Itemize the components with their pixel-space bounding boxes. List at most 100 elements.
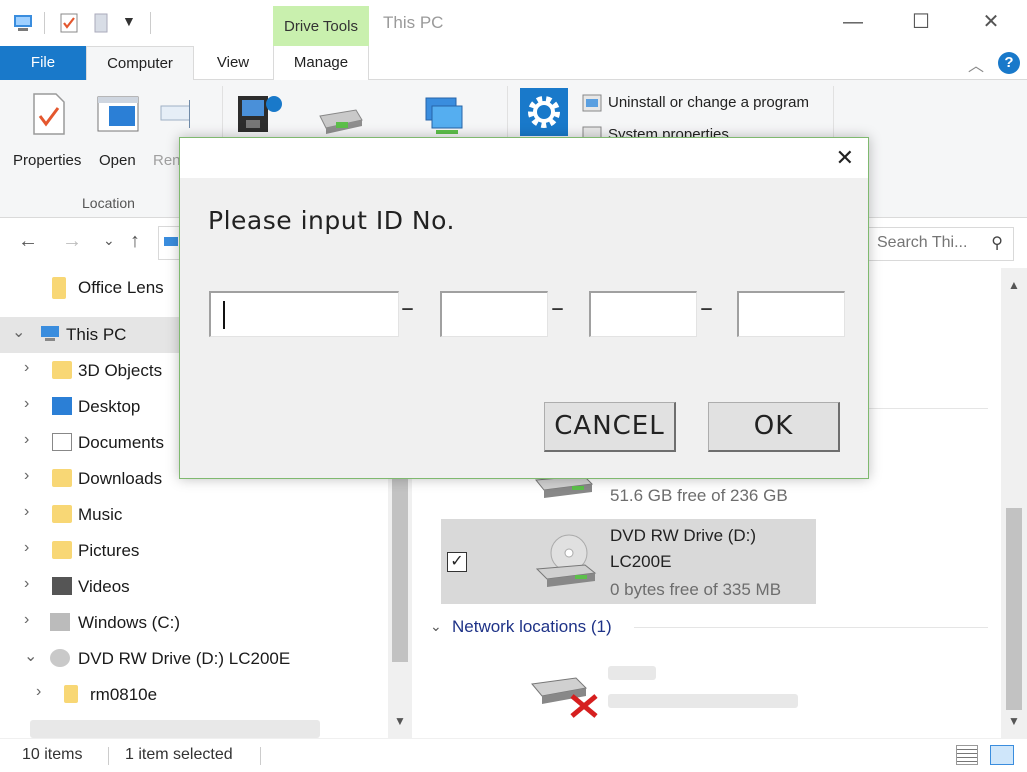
properties-label: Properties — [13, 152, 82, 169]
status-bar: 10 items 1 item selected — [0, 738, 1027, 772]
chevron-right-icon[interactable]: › — [24, 539, 29, 557]
id-input-4[interactable] — [739, 293, 844, 336]
address-path-box[interactable] — [158, 226, 180, 260]
drive-d-free-space: 0 bytes free of 335 MB — [610, 580, 782, 599]
search-icon: ⚲ — [991, 235, 1003, 252]
nav-item-rm0810e[interactable]: › rm0810e — [0, 677, 388, 713]
3d-objects-folder-icon — [52, 361, 72, 379]
nav-label: DVD RW Drive (D:) LC200E — [78, 649, 291, 668]
details-view-icon[interactable] — [956, 745, 978, 765]
tab-file[interactable]: File — [0, 46, 86, 80]
title-bar: ▼ Drive Tools This PC — ☐ ✕ — [0, 0, 1027, 46]
tab-manage[interactable]: Manage — [273, 46, 369, 80]
nav-label: Documents — [78, 433, 164, 452]
nav-label: Desktop — [78, 397, 141, 416]
drive-d-label: LC200E — [610, 552, 672, 571]
help-icon[interactable]: ? — [998, 52, 1020, 74]
map-network-drive-icon[interactable] — [316, 102, 366, 136]
tab-view[interactable]: View — [194, 46, 272, 80]
scroll-up-icon[interactable]: ▲ — [1008, 278, 1020, 292]
up-arrow-icon[interactable]: ↑ — [130, 230, 140, 253]
nav-item-dvd-drive[interactable]: ⌄ DVD RW Drive (D:) LC200E — [0, 641, 388, 677]
id-separator: – — [700, 293, 713, 323]
back-arrow-icon[interactable]: ← — [18, 230, 38, 253]
quick-access-dropdown-icon[interactable]: ▼ — [122, 13, 136, 29]
open-button[interactable]: Open — [92, 88, 148, 178]
chevron-right-icon[interactable]: › — [24, 359, 29, 377]
properties-quick-icon[interactable] — [58, 12, 80, 34]
chevron-down-icon[interactable]: ⌄ — [24, 646, 37, 666]
forward-arrow-icon[interactable]: → — [62, 230, 82, 253]
selection-count: 1 item selected — [125, 746, 233, 763]
recent-locations-icon[interactable]: ⌄ — [103, 232, 115, 249]
network-location-item[interactable] — [528, 660, 808, 724]
id-input-2[interactable] — [442, 293, 547, 336]
tab-computer[interactable]: Computer — [86, 46, 194, 81]
nav-item-pictures[interactable]: › Pictures — [0, 533, 388, 569]
desktop-folder-icon — [52, 397, 72, 415]
large-icons-view-icon[interactable] — [990, 745, 1014, 765]
id-field-4[interactable] — [737, 291, 845, 337]
nav-item-windows-c[interactable]: › Windows (C:) — [0, 605, 388, 641]
open-settings-button[interactable] — [520, 88, 568, 136]
nav-label: Music — [78, 505, 123, 524]
scroll-down-icon[interactable]: ▼ — [1008, 714, 1020, 728]
id-input-3[interactable] — [591, 293, 696, 336]
windows-drive-icon — [50, 613, 70, 631]
documents-folder-icon — [52, 433, 72, 451]
search-box[interactable]: ⚲ — [864, 227, 1014, 261]
id-field-3[interactable] — [589, 291, 697, 337]
chevron-right-icon[interactable]: › — [24, 611, 29, 629]
collapse-ribbon-icon[interactable]: ︿ — [968, 52, 984, 76]
chevron-right-icon[interactable]: › — [24, 395, 29, 413]
chevron-right-icon[interactable]: › — [24, 431, 29, 449]
dvd-drive-icon — [50, 649, 70, 667]
nav-label: Downloads — [78, 469, 163, 488]
add-network-location-icon[interactable] — [422, 96, 468, 136]
nav-label: This PC — [66, 325, 127, 344]
item-checkbox[interactable]: ✓ — [447, 552, 467, 572]
open-icon — [97, 96, 139, 132]
nav-label: Windows (C:) — [78, 613, 181, 632]
search-input[interactable] — [877, 228, 989, 258]
uninstall-program-button[interactable]: Uninstall or change a program — [582, 92, 822, 114]
id-field-2[interactable] — [440, 291, 548, 337]
ribbon-tabs: File Computer View Manage ︿ ? — [0, 46, 1027, 81]
drive-tile-d[interactable]: ✓ DVD RW Drive (D:) LC200E 0 bytes free … — [441, 519, 816, 604]
close-button[interactable]: ✕ — [968, 0, 1014, 46]
id-input-1[interactable] — [211, 293, 398, 336]
text-cursor — [223, 301, 225, 329]
scroll-down-icon[interactable]: ▼ — [394, 714, 406, 728]
this-pc-icon — [14, 15, 32, 31]
id-field-1[interactable] — [209, 291, 399, 337]
network-locations-header[interactable]: Network locations (1) — [452, 617, 612, 637]
dialog-close-icon[interactable]: ✕ — [836, 145, 854, 171]
chevron-down-icon[interactable]: ⌄ — [430, 618, 442, 635]
maximize-button[interactable]: ☐ — [898, 0, 944, 46]
system-properties-button[interactable]: System properties — [582, 124, 802, 138]
chevron-right-icon[interactable]: › — [24, 575, 29, 593]
this-pc-icon — [41, 326, 59, 341]
nav-item-videos[interactable]: › Videos — [0, 569, 388, 605]
content-scrollbar-thumb[interactable] — [1006, 508, 1022, 710]
videos-folder-icon — [52, 577, 72, 595]
new-folder-quick-icon[interactable] — [90, 12, 112, 34]
folder-icon — [52, 277, 66, 299]
ok-button[interactable]: OK — [708, 402, 840, 452]
dialog-title-bar: ✕ — [180, 138, 868, 178]
folder-icon — [64, 685, 78, 703]
drive-tools-contextual-group: Drive Tools — [273, 6, 369, 46]
content-scrollbar[interactable]: ▲ ▼ — [1001, 268, 1027, 738]
chevron-right-icon[interactable]: › — [24, 503, 29, 521]
access-media-icon[interactable] — [234, 90, 286, 136]
minimize-button[interactable]: — — [830, 0, 876, 46]
uninstall-icon — [582, 94, 602, 112]
item-count: 10 items — [22, 746, 83, 763]
cancel-button[interactable]: CANCEL — [544, 402, 676, 452]
nav-item-music[interactable]: › Music — [0, 497, 388, 533]
chevron-down-icon[interactable]: ⌄ — [12, 322, 25, 342]
chevron-right-icon[interactable]: › — [24, 467, 29, 485]
properties-button[interactable]: Properties — [8, 88, 88, 178]
chevron-right-icon[interactable]: › — [36, 683, 41, 701]
nav-label: Pictures — [78, 541, 140, 560]
